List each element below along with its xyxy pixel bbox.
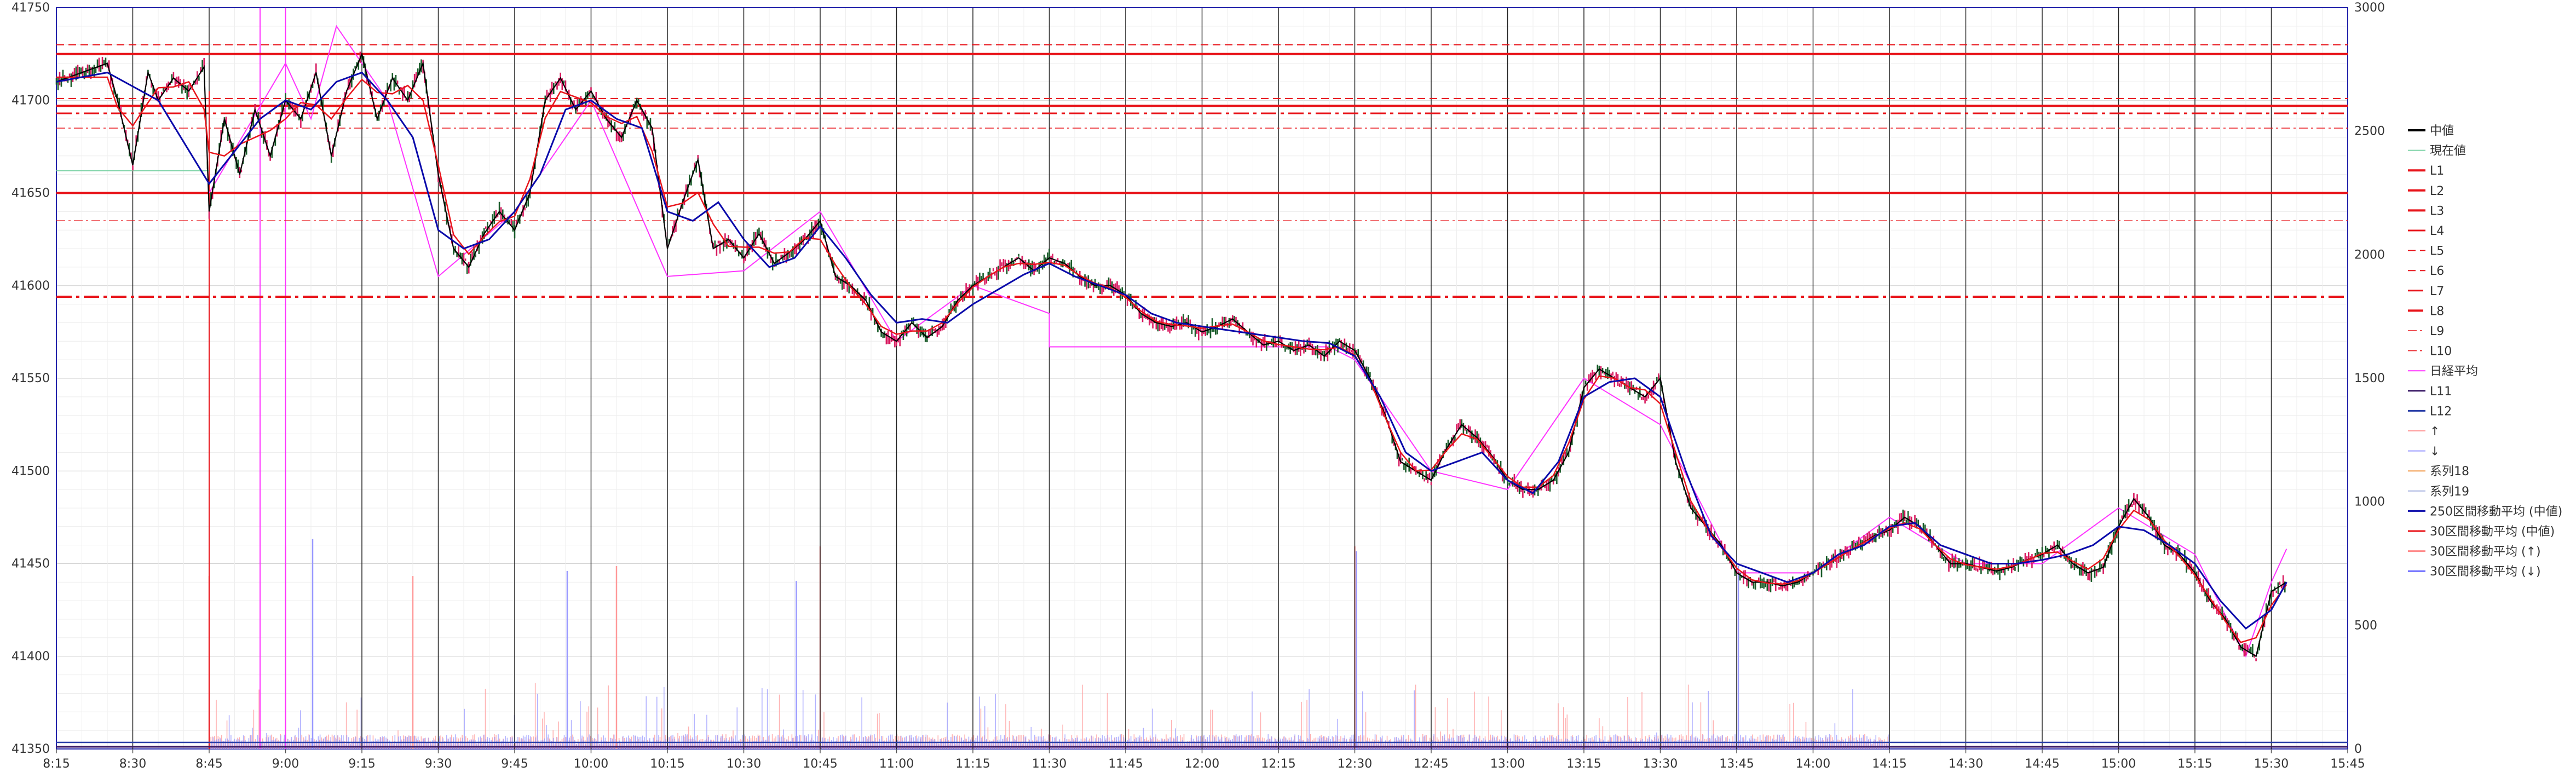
y2-tick-label: 1000 xyxy=(2354,495,2385,509)
legend-item: 250区間移動平均 (中値) xyxy=(2408,505,2562,518)
x-tick-label: 11:45 xyxy=(1108,757,1143,771)
legend-label: L12 xyxy=(2430,405,2452,418)
legend-label: L6 xyxy=(2430,264,2444,278)
legend-label: L5 xyxy=(2430,245,2444,258)
legend-item: L1 xyxy=(2408,164,2444,178)
legend: 中値現在値 L1 L2 L3 L4 L5 L6 L7 L8 L9 L10 日経平均 L11 L12 ↑ ↓ 系列… xyxy=(2408,124,2562,579)
legend-label: L1 xyxy=(2430,164,2444,178)
x-tick-label: 8:45 xyxy=(195,757,222,771)
x-tick-label: 10:45 xyxy=(803,757,837,771)
legend-item: L2 xyxy=(2408,185,2444,198)
y-tick-label: 41400 xyxy=(11,650,50,664)
x-tick-label: 12:30 xyxy=(1338,757,1372,771)
y2-tick-label: 3000 xyxy=(2354,1,2385,15)
x-tick-label: 11:00 xyxy=(879,757,914,771)
chart-container: 41350 41400 41450 41500 41550 41600 41650 41700… xyxy=(0,0,2576,782)
y2-tick-label: 2000 xyxy=(2354,248,2385,262)
x-tick-label: 9:00 xyxy=(272,757,299,771)
legend-item: L11 xyxy=(2408,385,2452,399)
legend-label: 系列18 xyxy=(2430,465,2469,479)
x-tick-label: 13:30 xyxy=(1643,757,1678,771)
legend-item: L12 xyxy=(2408,405,2452,418)
x-tick-label: 14:30 xyxy=(1949,757,1983,771)
legend-item: 30区間移動平均 (↓) xyxy=(2408,565,2541,579)
x-tick-label: 12:00 xyxy=(1185,757,1219,771)
legend-label: L4 xyxy=(2430,224,2444,238)
x-tick-label: 12:15 xyxy=(1261,757,1295,771)
y-tick-label: 41450 xyxy=(11,557,50,571)
legend-label: 30区間移動平均 (↓) xyxy=(2430,565,2541,579)
x-tick-label: 15:45 xyxy=(2330,757,2365,771)
volume-bars xyxy=(208,539,1889,749)
x-tick-label: 15:00 xyxy=(2101,757,2136,771)
legend-item: 30区間移動平均 (中値) xyxy=(2408,525,2555,539)
y-tick-label: 41650 xyxy=(11,187,50,200)
legend-item: ↓ xyxy=(2408,445,2440,459)
y2-tick-label: 0 xyxy=(2354,742,2362,756)
legend-label: L10 xyxy=(2430,345,2452,359)
y2-tick-label: 1500 xyxy=(2354,372,2385,385)
legend-item: 系列19 xyxy=(2408,485,2469,499)
legend-item: L4 xyxy=(2408,224,2444,238)
y-tick-label: 41550 xyxy=(11,372,50,385)
x-tick-label: 8:30 xyxy=(119,757,146,771)
legend-label: L9 xyxy=(2430,325,2444,338)
legend-item: L10 xyxy=(2408,345,2452,359)
x-tick-label: 9:45 xyxy=(501,757,528,771)
x-tick-label: 14:00 xyxy=(1796,757,1830,771)
legend-label: 30区間移動平均 (中値) xyxy=(2430,525,2555,539)
legend-item: 30区間移動平均 (↑) xyxy=(2408,545,2541,559)
legend-item: ↑ xyxy=(2408,425,2440,439)
legend-label: 中値 xyxy=(2430,124,2454,138)
legend-label: 250区間移動平均 (中値) xyxy=(2430,505,2562,518)
x-tick-label: 11:30 xyxy=(1032,757,1067,771)
legend-label: L2 xyxy=(2430,185,2444,198)
y-tick-label: 41600 xyxy=(11,279,50,293)
x-tick-label: 9:30 xyxy=(425,757,452,771)
legend-item: L6 xyxy=(2408,264,2444,278)
legend-item: L3 xyxy=(2408,204,2444,218)
legend-item: 現在値 xyxy=(2408,145,2466,158)
y-tick-label: 41750 xyxy=(11,1,50,15)
x-tick-label: 8:15 xyxy=(43,757,70,771)
x-tick-label: 13:15 xyxy=(1566,757,1601,771)
x-tick-label: 10:30 xyxy=(727,757,761,771)
x-tick-label: 12:45 xyxy=(1414,757,1448,771)
x-tick-label: 10:15 xyxy=(650,757,684,771)
legend-label: 日経平均 xyxy=(2430,365,2478,378)
legend-item: 系列18 xyxy=(2408,465,2469,479)
legend-label: L11 xyxy=(2430,385,2452,399)
legend-label: ↓ xyxy=(2430,445,2440,459)
x-tick-label: 13:00 xyxy=(1490,757,1525,771)
y-tick-label: 41350 xyxy=(11,742,50,756)
legend-item: L5 xyxy=(2408,245,2444,258)
y-tick-label: 41500 xyxy=(11,464,50,478)
y-tick-label: 41700 xyxy=(11,94,50,107)
y2-tick-label: 500 xyxy=(2354,619,2377,632)
legend-label: L3 xyxy=(2430,204,2444,218)
legend-label: 30区間移動平均 (↑) xyxy=(2430,545,2541,559)
x-tick-label: 14:45 xyxy=(2025,757,2059,771)
legend-item: 日経平均 xyxy=(2408,365,2478,378)
x-tick-label: 10:00 xyxy=(574,757,608,771)
legend-item: L9 xyxy=(2408,325,2444,338)
legend-item: L7 xyxy=(2408,285,2444,298)
x-tick-label: 15:30 xyxy=(2254,757,2289,771)
legend-label: L8 xyxy=(2430,304,2444,318)
legend-label: 現在値 xyxy=(2430,145,2466,158)
x-tick-label: 13:45 xyxy=(1719,757,1754,771)
axes: 41350 41400 41450 41500 41550 41600 41650 41700… xyxy=(11,1,2385,771)
legend-label: ↑ xyxy=(2430,425,2440,439)
legend-label: 系列19 xyxy=(2430,485,2469,499)
legend-label: L7 xyxy=(2430,285,2444,298)
price-series xyxy=(55,25,2287,661)
chart-svg: 41350 41400 41450 41500 41550 41600 41650 41700… xyxy=(11,1,2562,771)
x-tick-label: 11:15 xyxy=(955,757,990,771)
y2-tick-label: 2500 xyxy=(2354,125,2385,139)
legend-item: 中値 xyxy=(2408,124,2454,138)
x-tick-label: 14:15 xyxy=(1872,757,1906,771)
x-tick-label: 9:15 xyxy=(348,757,375,771)
legend-item: L8 xyxy=(2408,304,2444,318)
x-tick-label: 15:15 xyxy=(2177,757,2212,771)
